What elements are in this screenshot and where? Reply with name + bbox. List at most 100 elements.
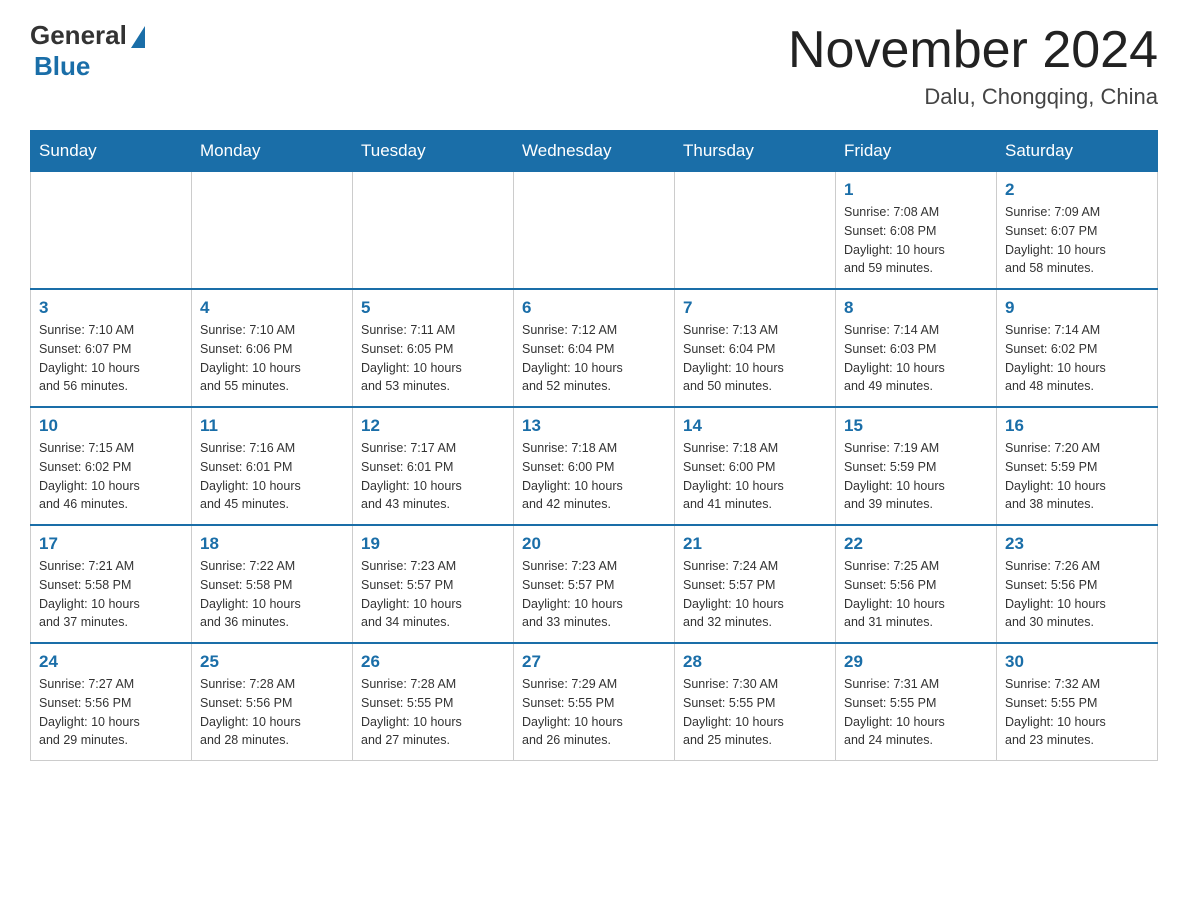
calendar-week-3: 10Sunrise: 7:15 AM Sunset: 6:02 PM Dayli… — [31, 407, 1158, 525]
day-number: 18 — [200, 534, 344, 554]
day-info: Sunrise: 7:13 AM Sunset: 6:04 PM Dayligh… — [683, 321, 827, 396]
day-info: Sunrise: 7:08 AM Sunset: 6:08 PM Dayligh… — [844, 203, 988, 278]
calendar-cell: 27 Sunrise: 7:29 AM Sunset: 5:55 PM Dayli… — [514, 643, 675, 761]
day-info: Sunrise: 7:23 AM Sunset: 5:57 PM Dayligh… — [522, 557, 666, 632]
weekday-header-monday: Monday — [192, 131, 353, 172]
day-info: Sunrise: 7:10 AM Sunset: 6:06 PM Dayligh… — [200, 321, 344, 396]
calendar-cell: 2 Sunrise: 7:09 AM Sunset: 6:07 PM Daylig… — [997, 172, 1158, 290]
calendar-cell: 21 Sunrise: 7:24 AM Sunset: 5:57 PM Dayli… — [675, 525, 836, 643]
calendar-cell: 20 Sunrise: 7:23 AM Sunset: 5:57 PM Dayli… — [514, 525, 675, 643]
calendar-cell: 11 Sunrise: 7:16 AM Sunset: 6:01 PM Dayli… — [192, 407, 353, 525]
day-number: 20 — [522, 534, 666, 554]
day-number: 2 — [1005, 180, 1149, 200]
day-number: 11 — [200, 416, 344, 436]
day-info: Sunrise: 7:09 AM Sunset: 6:07 PM Dayligh… — [1005, 203, 1149, 278]
calendar-cell: 22Sunrise: 7:25 AM Sunset: 5:56 PM Dayli… — [836, 525, 997, 643]
day-info: Sunrise: 7:32 AM Sunset: 5:55 PM Dayligh… — [1005, 675, 1149, 750]
weekday-header-sunday: Sunday — [31, 131, 192, 172]
weekday-header-tuesday: Tuesday — [353, 131, 514, 172]
calendar-cell: 7 Sunrise: 7:13 AM Sunset: 6:04 PM Daylig… — [675, 289, 836, 407]
calendar-cell: 13 Sunrise: 7:18 AM Sunset: 6:00 PM Dayli… — [514, 407, 675, 525]
weekday-header-saturday: Saturday — [997, 131, 1158, 172]
day-info: Sunrise: 7:10 AM Sunset: 6:07 PM Dayligh… — [39, 321, 183, 396]
day-number: 15 — [844, 416, 988, 436]
logo-blue-text: Blue — [34, 51, 90, 82]
day-info: Sunrise: 7:28 AM Sunset: 5:56 PM Dayligh… — [200, 675, 344, 750]
day-number: 21 — [683, 534, 827, 554]
day-info: Sunrise: 7:29 AM Sunset: 5:55 PM Dayligh… — [522, 675, 666, 750]
calendar-week-4: 17Sunrise: 7:21 AM Sunset: 5:58 PM Dayli… — [31, 525, 1158, 643]
weekday-header-friday: Friday — [836, 131, 997, 172]
title-section: November 2024 Dalu, Chongqing, China — [788, 20, 1158, 110]
calendar-cell: 3 Sunrise: 7:10 AM Sunset: 6:07 PM Daylig… — [31, 289, 192, 407]
day-number: 13 — [522, 416, 666, 436]
day-info: Sunrise: 7:18 AM Sunset: 6:00 PM Dayligh… — [522, 439, 666, 514]
day-number: 12 — [361, 416, 505, 436]
calendar-week-1: 1 Sunrise: 7:08 AM Sunset: 6:08 PM Daylig… — [31, 172, 1158, 290]
calendar-cell: 24Sunrise: 7:27 AM Sunset: 5:56 PM Dayli… — [31, 643, 192, 761]
day-number: 30 — [1005, 652, 1149, 672]
day-number: 28 — [683, 652, 827, 672]
day-number: 10 — [39, 416, 183, 436]
calendar-cell: 14 Sunrise: 7:18 AM Sunset: 6:00 PM Dayli… — [675, 407, 836, 525]
day-info: Sunrise: 7:24 AM Sunset: 5:57 PM Dayligh… — [683, 557, 827, 632]
calendar-cell: 16 Sunrise: 7:20 AM Sunset: 5:59 PM Dayli… — [997, 407, 1158, 525]
calendar-cell: 9 Sunrise: 7:14 AM Sunset: 6:02 PM Daylig… — [997, 289, 1158, 407]
day-number: 9 — [1005, 298, 1149, 318]
day-number: 7 — [683, 298, 827, 318]
logo: General Blue — [30, 20, 145, 82]
calendar-cell: 23Sunrise: 7:26 AM Sunset: 5:56 PM Dayli… — [997, 525, 1158, 643]
day-info: Sunrise: 7:20 AM Sunset: 5:59 PM Dayligh… — [1005, 439, 1149, 514]
weekday-header-wednesday: Wednesday — [514, 131, 675, 172]
calendar-cell: 12 Sunrise: 7:17 AM Sunset: 6:01 PM Dayli… — [353, 407, 514, 525]
calendar-cell: 10Sunrise: 7:15 AM Sunset: 6:02 PM Dayli… — [31, 407, 192, 525]
day-info: Sunrise: 7:31 AM Sunset: 5:55 PM Dayligh… — [844, 675, 988, 750]
day-info: Sunrise: 7:23 AM Sunset: 5:57 PM Dayligh… — [361, 557, 505, 632]
day-info: Sunrise: 7:14 AM Sunset: 6:02 PM Dayligh… — [1005, 321, 1149, 396]
location-text: Dalu, Chongqing, China — [788, 84, 1158, 110]
day-info: Sunrise: 7:17 AM Sunset: 6:01 PM Dayligh… — [361, 439, 505, 514]
day-info: Sunrise: 7:22 AM Sunset: 5:58 PM Dayligh… — [200, 557, 344, 632]
page-header: General Blue November 2024 Dalu, Chongqi… — [30, 20, 1158, 110]
day-number: 27 — [522, 652, 666, 672]
day-number: 23 — [1005, 534, 1149, 554]
day-info: Sunrise: 7:16 AM Sunset: 6:01 PM Dayligh… — [200, 439, 344, 514]
day-number: 5 — [361, 298, 505, 318]
day-number: 16 — [1005, 416, 1149, 436]
calendar-week-2: 3 Sunrise: 7:10 AM Sunset: 6:07 PM Daylig… — [31, 289, 1158, 407]
weekday-header-row: SundayMondayTuesdayWednesdayThursdayFrid… — [31, 131, 1158, 172]
calendar-cell: 25 Sunrise: 7:28 AM Sunset: 5:56 PM Dayli… — [192, 643, 353, 761]
day-info: Sunrise: 7:19 AM Sunset: 5:59 PM Dayligh… — [844, 439, 988, 514]
day-number: 14 — [683, 416, 827, 436]
logo-general-text: General — [30, 20, 127, 51]
day-info: Sunrise: 7:30 AM Sunset: 5:55 PM Dayligh… — [683, 675, 827, 750]
calendar-cell: 1 Sunrise: 7:08 AM Sunset: 6:08 PM Daylig… — [836, 172, 997, 290]
day-number: 26 — [361, 652, 505, 672]
day-info: Sunrise: 7:27 AM Sunset: 5:56 PM Dayligh… — [39, 675, 183, 750]
calendar-cell: 19Sunrise: 7:23 AM Sunset: 5:57 PM Dayli… — [353, 525, 514, 643]
day-number: 1 — [844, 180, 988, 200]
day-info: Sunrise: 7:28 AM Sunset: 5:55 PM Dayligh… — [361, 675, 505, 750]
day-info: Sunrise: 7:25 AM Sunset: 5:56 PM Dayligh… — [844, 557, 988, 632]
calendar-cell — [514, 172, 675, 290]
calendar-cell — [675, 172, 836, 290]
calendar-cell — [192, 172, 353, 290]
logo-triangle-icon — [131, 26, 145, 48]
calendar-header: SundayMondayTuesdayWednesdayThursdayFrid… — [31, 131, 1158, 172]
weekday-header-thursday: Thursday — [675, 131, 836, 172]
day-number: 3 — [39, 298, 183, 318]
calendar-cell: 17Sunrise: 7:21 AM Sunset: 5:58 PM Dayli… — [31, 525, 192, 643]
calendar-cell: 26 Sunrise: 7:28 AM Sunset: 5:55 PM Dayli… — [353, 643, 514, 761]
calendar-cell: 5Sunrise: 7:11 AM Sunset: 6:05 PM Daylig… — [353, 289, 514, 407]
month-title: November 2024 — [788, 20, 1158, 80]
day-info: Sunrise: 7:18 AM Sunset: 6:00 PM Dayligh… — [683, 439, 827, 514]
calendar-cell: 29Sunrise: 7:31 AM Sunset: 5:55 PM Dayli… — [836, 643, 997, 761]
day-number: 25 — [200, 652, 344, 672]
day-info: Sunrise: 7:14 AM Sunset: 6:03 PM Dayligh… — [844, 321, 988, 396]
calendar-cell: 4Sunrise: 7:10 AM Sunset: 6:06 PM Daylig… — [192, 289, 353, 407]
calendar-cell: 15 Sunrise: 7:19 AM Sunset: 5:59 PM Dayli… — [836, 407, 997, 525]
day-info: Sunrise: 7:12 AM Sunset: 6:04 PM Dayligh… — [522, 321, 666, 396]
day-number: 6 — [522, 298, 666, 318]
calendar-body: 1 Sunrise: 7:08 AM Sunset: 6:08 PM Daylig… — [31, 172, 1158, 761]
day-number: 8 — [844, 298, 988, 318]
